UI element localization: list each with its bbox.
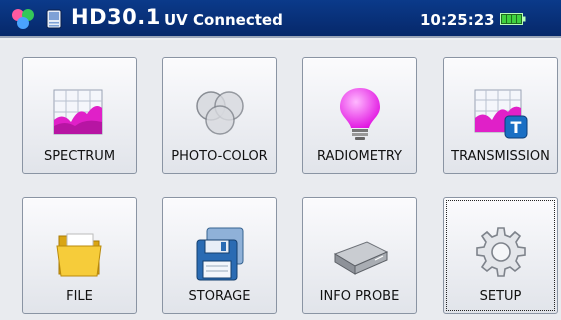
storage-label: STORAGE <box>188 289 251 304</box>
clock: 10:25:23 <box>420 11 495 29</box>
photo-color-button[interactable]: PHOTO-COLOR <box>162 57 277 174</box>
spectrum-label: SPECTRUM <box>43 149 116 164</box>
light-bulb-icon <box>340 88 380 140</box>
app-logo-icon <box>12 9 34 29</box>
transmission-chart-icon: T <box>474 89 528 139</box>
floppy-disk-icon <box>196 227 244 281</box>
device-model: HD30.1 <box>71 5 161 29</box>
file-label: FILE <box>66 289 93 304</box>
transmission-label: TRANSMISSION <box>451 149 550 164</box>
status-bar: HD30.1 UV Connected 10:25:23 <box>0 0 561 38</box>
info-probe-label: INFO PROBE <box>319 289 400 304</box>
setup-label: SETUP <box>479 289 522 304</box>
color-circles-icon <box>196 91 244 135</box>
setup-button[interactable]: SETUP <box>443 197 558 314</box>
spectrum-chart-icon <box>53 89 103 135</box>
folder-icon <box>56 233 102 277</box>
radiometry-label: RADIOMETRY <box>317 149 402 164</box>
connection-status: UV Connected <box>164 11 283 29</box>
photo-color-label: PHOTO-COLOR <box>171 149 268 164</box>
info-probe-button[interactable]: INFO PROBE <box>302 197 417 314</box>
radiometry-button[interactable]: RADIOMETRY <box>302 57 417 174</box>
gear-icon <box>476 227 526 277</box>
file-button[interactable]: FILE <box>22 197 137 314</box>
main-menu-grid: SPECTRUM PHOTO-COLOR RADIOMETRY T TRANSM… <box>0 40 561 320</box>
storage-button[interactable]: STORAGE <box>162 197 277 314</box>
battery-icon <box>500 13 526 25</box>
device-icon <box>46 9 62 29</box>
svg-text:T: T <box>511 118 522 137</box>
probe-device-icon <box>333 241 389 275</box>
spectrum-button[interactable]: SPECTRUM <box>22 57 137 174</box>
transmission-button[interactable]: T TRANSMISSION <box>443 57 558 174</box>
